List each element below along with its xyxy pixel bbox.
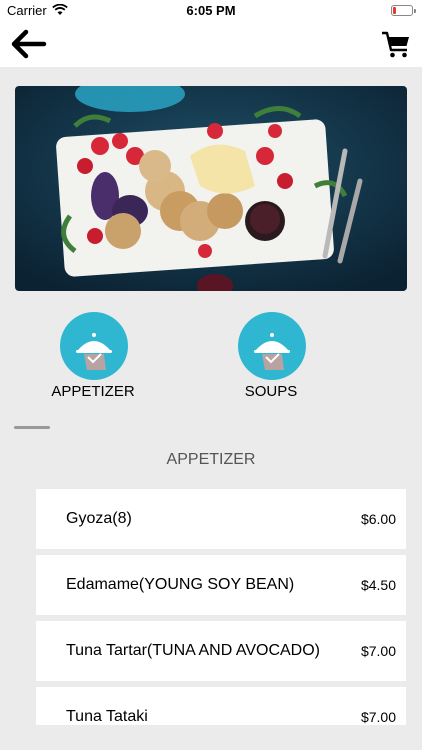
- status-time: 6:05 PM: [186, 3, 236, 18]
- item-price: $7.00: [360, 643, 396, 659]
- category-label: APPETIZER: [51, 383, 135, 400]
- section-title: APPETIZER: [166, 451, 256, 468]
- divider: [14, 426, 50, 429]
- cart-icon: [382, 31, 409, 58]
- battery-icon: [391, 5, 416, 16]
- arrow-left-icon: [11, 29, 47, 59]
- item-name: Tuna Tartar(TUNA AND AVOCADO): [66, 642, 320, 659]
- item-name: Tuna Tataki: [66, 708, 148, 725]
- item-price: $4.50: [360, 577, 396, 593]
- hero-image: [15, 86, 407, 291]
- item-price: $7.00: [360, 709, 396, 725]
- menu-item[interactable]: Tuna Tartar(TUNA AND AVOCADO) $7.00: [36, 621, 406, 681]
- status-bar: Carrier 6:05 PM: [0, 0, 422, 22]
- category-label: SOUPS: [244, 383, 298, 400]
- item-price: $6.00: [360, 511, 396, 527]
- cart-button[interactable]: [380, 28, 412, 60]
- category-appetizer[interactable]: APPETIZER: [23, 312, 163, 402]
- cloche-icon: [238, 312, 306, 380]
- menu-item[interactable]: Tuna Tataki $7.00: [36, 687, 406, 725]
- menu-item[interactable]: Gyoza(8) $6.00: [36, 489, 406, 549]
- menu-item[interactable]: Edamame(YOUNG SOY BEAN) $4.50: [36, 555, 406, 615]
- item-name: Edamame(YOUNG SOY BEAN): [66, 576, 295, 593]
- bottom-area: [0, 725, 422, 750]
- nav-bar: [0, 22, 422, 67]
- back-button[interactable]: [8, 28, 48, 60]
- menu-list[interactable]: Gyoza(8) $6.00 Edamame(YOUNG SOY BEAN) $…: [36, 489, 406, 725]
- category-soups[interactable]: SOUPS: [201, 312, 341, 402]
- cloche-icon: [60, 312, 128, 380]
- item-name: Gyoza(8): [66, 510, 132, 527]
